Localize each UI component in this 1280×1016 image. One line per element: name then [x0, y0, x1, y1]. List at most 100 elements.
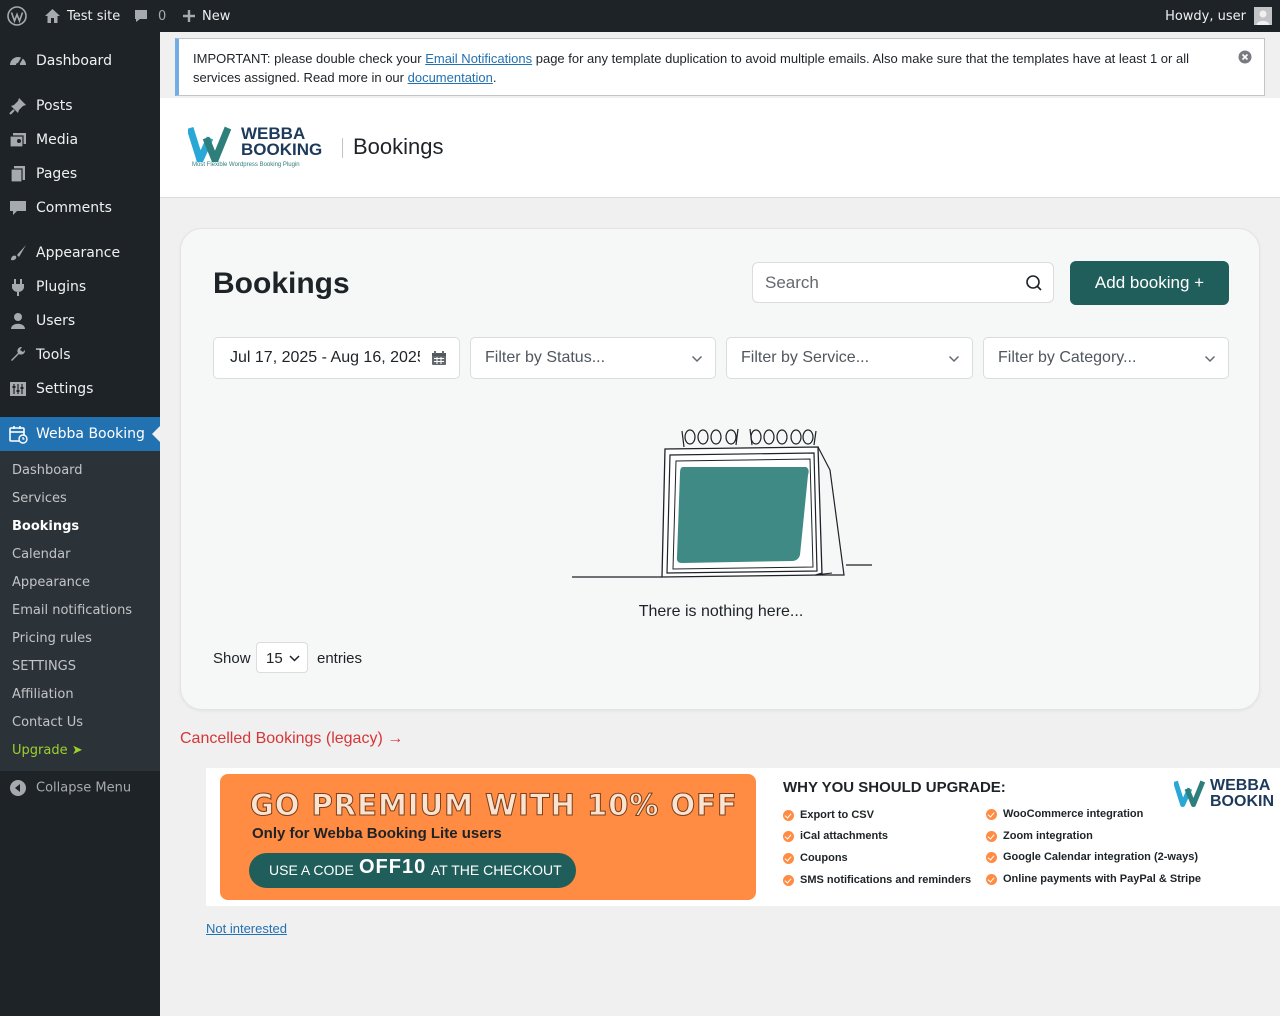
- feature-item: Google Calendar integration (2-ways): [986, 851, 1198, 863]
- date-range-value: Jul 17, 2025 - Aug 16, 2025: [230, 349, 420, 366]
- important-notice: IMPORTANT: please double check your Emai…: [175, 38, 1265, 96]
- feature-item: iCal attachments: [783, 830, 888, 842]
- bookings-heading: Bookings: [213, 267, 350, 300]
- upgrade-banner[interactable]: GO PREMIUM WITH 10% OFF Only for Webba B…: [206, 768, 1280, 906]
- media-icon: [8, 130, 28, 150]
- search-icon[interactable]: [1025, 274, 1043, 292]
- admin-bar: Test site 0 New Howdy, user: [0, 0, 1280, 32]
- home-icon: [44, 8, 61, 24]
- submenu-bookings[interactable]: Bookings: [12, 518, 79, 536]
- sidebar-item-dashboard[interactable]: Dashboard: [0, 44, 160, 78]
- promo-subtitle: Only for Webba Booking Lite users: [252, 825, 502, 842]
- feature-item: Online payments with PayPal & Stripe: [986, 873, 1201, 885]
- feature-item: WooCommerce integration: [986, 808, 1143, 820]
- logo-wordmark: WEBBA BOOKING: [241, 124, 323, 159]
- empty-state-text: There is nothing here...: [638, 603, 804, 620]
- webba-submenu: Dashboard Services Bookings Calendar App…: [0, 451, 160, 771]
- not-interested-link[interactable]: Not interested: [206, 921, 287, 936]
- dashboard-icon: [8, 51, 28, 71]
- filter-status-select[interactable]: Filter by Status...: [470, 337, 716, 379]
- sidebar-item-webba-booking[interactable]: Webba Booking: [0, 417, 160, 451]
- submenu-upgrade[interactable]: Upgrade ➤: [12, 742, 83, 760]
- new-content-link[interactable]: New: [182, 0, 230, 32]
- current-menu-arrow: [152, 426, 160, 442]
- filter-service-label: Filter by Service...: [741, 349, 870, 366]
- why-upgrade-title: WHY YOU SHOULD UPGRADE:: [783, 779, 1006, 796]
- calendar-icon: [431, 350, 447, 366]
- brush-icon: [8, 243, 28, 263]
- submenu-contact-us[interactable]: Contact Us: [12, 714, 83, 732]
- search-input[interactable]: [753, 263, 1013, 302]
- logo-tagline: Most Flexible Wordpress Booking Plugin: [192, 162, 300, 168]
- sidebar-item-comments[interactable]: Comments: [0, 191, 160, 225]
- date-range-picker[interactable]: Jul 17, 2025 - Aug 16, 2025: [213, 337, 460, 379]
- calendar-icon: [8, 424, 28, 444]
- comments-link[interactable]: 0: [133, 0, 166, 32]
- sidebar-item-media[interactable]: Media: [0, 123, 160, 157]
- submenu-dashboard[interactable]: Dashboard: [12, 462, 83, 480]
- submenu-affiliation[interactable]: Affiliation: [12, 686, 74, 704]
- pages-icon: [8, 164, 28, 184]
- comments-count: 0: [158, 8, 167, 24]
- promo-title: GO PREMIUM WITH 10% OFF: [250, 788, 738, 823]
- sidebar-item-pages[interactable]: Pages: [0, 157, 160, 191]
- wrench-icon: [8, 345, 28, 365]
- sidebar-item-settings[interactable]: Settings: [0, 372, 160, 406]
- sidebar-item-posts[interactable]: Posts: [0, 89, 160, 123]
- webba-logo-icon: [1174, 780, 1206, 808]
- check-icon: [783, 852, 794, 864]
- entries-per-page-select[interactable]: 15: [256, 642, 308, 673]
- plugin-icon: [8, 277, 28, 297]
- webba-logo: WEBBA BOOKING Most Flexible Wordpress Bo…: [188, 124, 328, 174]
- filter-status-label: Filter by Status...: [485, 349, 606, 366]
- feature-item: Zoom integration: [986, 830, 1093, 842]
- comment-icon: [8, 198, 28, 218]
- sidebar-item-appearance[interactable]: Appearance: [0, 236, 160, 270]
- check-icon: [986, 808, 997, 820]
- feature-item: Export to CSV: [783, 809, 874, 821]
- check-icon: [986, 873, 997, 885]
- sidebar-item-users[interactable]: Users: [0, 304, 160, 338]
- add-booking-button[interactable]: Add booking +: [1070, 261, 1229, 305]
- chevron-down-icon: [948, 353, 960, 365]
- check-icon: [783, 874, 794, 886]
- search-box: [752, 262, 1054, 303]
- promo-box: GO PREMIUM WITH 10% OFF Only for Webba B…: [220, 774, 756, 900]
- sidebar-item-tools[interactable]: Tools: [0, 338, 160, 372]
- submenu-pricing-rules[interactable]: Pricing rules: [12, 630, 92, 648]
- chevron-down-icon: [691, 353, 703, 365]
- documentation-link[interactable]: documentation: [408, 70, 493, 85]
- check-icon: [783, 830, 794, 842]
- filter-service-select[interactable]: Filter by Service...: [726, 337, 973, 379]
- banner-logo-wordmark: WEBBA BOOKIN: [1210, 777, 1274, 810]
- cancelled-bookings-link[interactable]: Cancelled Bookings (legacy) →: [180, 730, 403, 748]
- filter-category-label: Filter by Category...: [998, 349, 1137, 366]
- howdy-text: Howdy, user: [1165, 8, 1246, 24]
- submenu-calendar[interactable]: Calendar: [12, 546, 70, 564]
- new-label: New: [202, 8, 231, 24]
- submenu-email-notifications[interactable]: Email notifications: [12, 602, 132, 620]
- admin-sidebar: Dashboard Posts Media Pages Comments App…: [0, 32, 160, 1016]
- feature-item: SMS notifications and reminders: [783, 874, 971, 886]
- coupon-code: OFF10: [359, 856, 427, 878]
- wordpress-logo-icon[interactable]: [7, 0, 27, 32]
- code-suffix: AT THE CHECKOUT: [431, 862, 562, 878]
- email-notifications-link[interactable]: Email Notifications: [425, 51, 532, 66]
- notice-text-1: IMPORTANT: please double check your: [193, 51, 426, 66]
- entries-label: entries: [317, 650, 363, 667]
- show-label: Show: [213, 650, 251, 667]
- collapse-menu-button[interactable]: Collapse Menu: [0, 771, 160, 805]
- site-name: Test site: [67, 8, 121, 24]
- account-menu[interactable]: Howdy, user: [1165, 0, 1272, 32]
- dismiss-notice-icon[interactable]: [1238, 50, 1252, 64]
- comment-bubble-icon: [133, 8, 149, 24]
- entries-value: 15: [266, 650, 283, 667]
- submenu-services[interactable]: Services: [12, 490, 67, 508]
- submenu-settings[interactable]: SETTINGS: [12, 658, 76, 676]
- sidebar-item-plugins[interactable]: Plugins: [0, 270, 160, 304]
- site-name-link[interactable]: Test site: [44, 0, 120, 32]
- submenu-appearance[interactable]: Appearance: [12, 574, 90, 592]
- coupon-code-pill: USE A CODE OFF10 AT THE CHECKOUT: [249, 853, 576, 888]
- notice-text-3: .: [492, 70, 497, 85]
- filter-category-select[interactable]: Filter by Category...: [983, 337, 1229, 379]
